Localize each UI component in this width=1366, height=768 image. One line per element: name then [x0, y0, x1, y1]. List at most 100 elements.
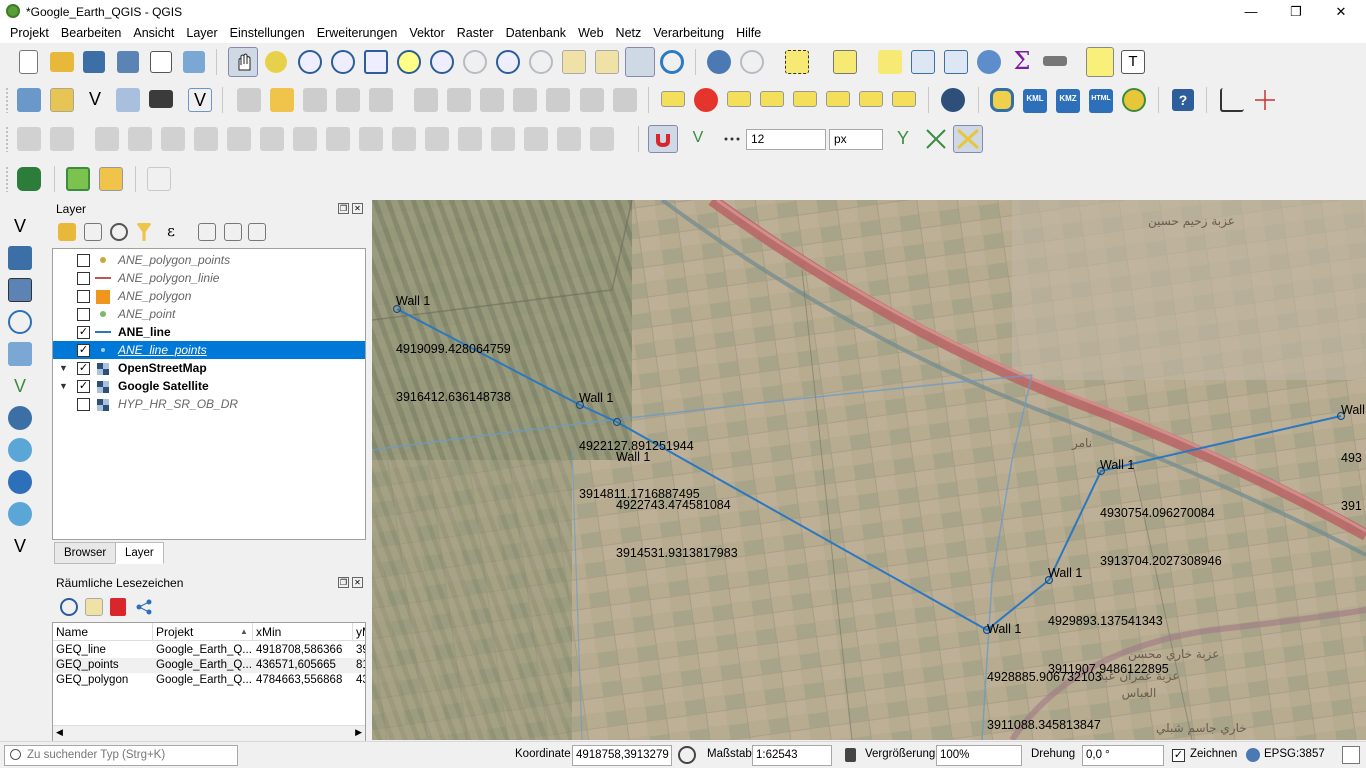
float-panel-button[interactable]: ❐: [338, 203, 349, 214]
layer-row-google-satellite[interactable]: ▼ ✓ Google Satellite: [53, 377, 365, 395]
table-cell[interactable]: Google_Earth_Q...: [153, 673, 253, 688]
delete-part-icon[interactable]: [326, 127, 350, 151]
layer-checkbox[interactable]: [77, 397, 90, 411]
lock-scale-icon[interactable]: [845, 748, 856, 762]
field-calculator-icon[interactable]: [944, 50, 968, 74]
layer-row-ane-line-points[interactable]: ✓ ANE_line_points: [53, 341, 365, 359]
current-edits-icon[interactable]: [237, 88, 261, 112]
digitizing-shape-icon[interactable]: [1220, 88, 1244, 112]
attribute-table-icon[interactable]: [911, 50, 935, 74]
new-temp-layer-icon[interactable]: [116, 88, 140, 112]
vertex-tool-icon[interactable]: [369, 88, 393, 112]
data-source-manager-icon[interactable]: [17, 88, 41, 112]
column-header-xmin[interactable]: xMin: [253, 623, 353, 641]
table-cell[interactable]: GEQ_polygon: [53, 673, 153, 688]
layer-checkbox[interactable]: ✓: [77, 361, 90, 375]
menu-einstellungen[interactable]: Einstellungen: [224, 23, 311, 43]
statistical-summary-icon[interactable]: Σ: [1010, 47, 1034, 75]
remove-layer-icon[interactable]: [248, 223, 266, 241]
topological-editing-icon[interactable]: Y: [891, 127, 915, 151]
add-spatialite-icon[interactable]: [8, 342, 32, 366]
new-bookmark-icon[interactable]: [595, 50, 619, 74]
add-postgis-icon[interactable]: [8, 406, 32, 430]
float-panel-button[interactable]: ❐: [338, 577, 349, 588]
locator-plugin-icon[interactable]: [66, 167, 90, 191]
fill-ring-icon[interactable]: [260, 127, 284, 151]
filter-legend-icon[interactable]: [136, 223, 152, 241]
add-circular-string-icon[interactable]: [50, 127, 74, 151]
zoom-native-icon[interactable]: [463, 50, 487, 74]
layer-checkbox[interactable]: [77, 289, 90, 303]
tab-browser[interactable]: Browser: [54, 542, 117, 564]
collapse-all-icon[interactable]: [224, 223, 242, 241]
new-geopackage-icon[interactable]: [50, 88, 74, 112]
layer-row-ane-point[interactable]: ANE_point: [53, 305, 365, 323]
snapping-intersection-icon[interactable]: [924, 127, 948, 151]
run-feature-action-icon[interactable]: [740, 50, 764, 74]
tracing-icon[interactable]: [953, 125, 983, 153]
layer-row-ane-line[interactable]: ✓ ANE_line: [53, 323, 365, 341]
add-group-icon[interactable]: [84, 223, 102, 241]
modify-attributes-icon[interactable]: [414, 88, 438, 112]
redo-icon[interactable]: [613, 88, 637, 112]
text-annotation-icon[interactable]: T: [1121, 50, 1145, 74]
new-project-icon[interactable]: [19, 50, 38, 74]
delete-ring-icon[interactable]: [293, 127, 317, 151]
help-icon[interactable]: ?: [1172, 89, 1194, 111]
rotate-label-icon[interactable]: [859, 91, 883, 107]
delete-selected-icon[interactable]: [447, 88, 471, 112]
zoom-in-icon[interactable]: [298, 50, 322, 74]
show-bookmarks-icon[interactable]: [625, 47, 655, 77]
menu-vektor[interactable]: Vektor: [403, 23, 450, 43]
offset-point-symbols-icon[interactable]: [590, 127, 614, 151]
manage-visibility-icon[interactable]: [110, 223, 128, 241]
layer-checkbox[interactable]: ✓: [77, 379, 90, 393]
zoom-last-icon[interactable]: [496, 50, 520, 74]
scroll-right-icon[interactable]: ▶: [355, 727, 362, 738]
table-cell[interactable]: GEQ_line: [53, 643, 153, 658]
advanced-digitizing-icon[interactable]: [17, 127, 41, 151]
menu-erweiterungen[interactable]: Erweiterungen: [311, 23, 404, 43]
close-panel-button[interactable]: ✕: [352, 577, 363, 588]
add-feature-icon[interactable]: [336, 88, 360, 112]
quickmapservices-icon[interactable]: [941, 88, 965, 112]
add-bookmark-icon[interactable]: [85, 598, 103, 616]
close-panel-button[interactable]: ✕: [352, 203, 363, 214]
add-vector-layer-icon[interactable]: V: [188, 88, 212, 112]
menu-web[interactable]: Web: [572, 23, 609, 43]
close-button[interactable]: ✕: [1318, 0, 1364, 23]
zoom-full-icon[interactable]: [364, 50, 388, 74]
add-wcs-icon[interactable]: [8, 470, 32, 494]
locator-search-input[interactable]: Zu suchender Typ (Strg+K): [4, 745, 238, 766]
coordinate-field[interactable]: 4918758,3913279: [572, 745, 672, 766]
identify-features-icon[interactable]: [707, 50, 731, 74]
share-bookmark-icon[interactable]: [135, 598, 153, 616]
deselect-features-icon[interactable]: [878, 50, 902, 74]
delete-bookmark-icon[interactable]: [110, 598, 126, 616]
new-map-view-icon[interactable]: [562, 50, 586, 74]
paste-features-icon[interactable]: [546, 88, 570, 112]
rotation-spinbox[interactable]: 0,0 °: [1082, 745, 1164, 766]
expand-arrow-icon[interactable]: ▼: [59, 381, 68, 391]
snapping-magnet-icon[interactable]: [648, 125, 678, 153]
show-hide-label-icon[interactable]: [793, 91, 817, 107]
qgis2web-icon[interactable]: [1122, 88, 1146, 112]
snapping-unit-select[interactable]: px: [829, 129, 883, 150]
move-feature-icon[interactable]: [95, 127, 119, 151]
select-by-value-icon[interactable]: [833, 50, 857, 74]
add-part-icon[interactable]: [227, 127, 251, 151]
html-export-icon[interactable]: HTML: [1089, 89, 1113, 113]
plugin-green-icon[interactable]: [17, 167, 41, 191]
tab-layer[interactable]: Layer: [115, 542, 164, 564]
plugin-tool-icon[interactable]: [99, 167, 123, 191]
expand-arrow-icon[interactable]: ▼: [59, 363, 68, 373]
snapping-vertex-icon[interactable]: V: [686, 127, 710, 151]
offset-curve-icon[interactable]: [392, 127, 416, 151]
rotate-feature-icon[interactable]: [128, 127, 152, 151]
menu-verarbeitung[interactable]: Verarbeitung: [647, 23, 730, 43]
split-features-icon[interactable]: [425, 127, 449, 151]
horizontal-scrollbar[interactable]: ◀ ▶: [53, 725, 365, 741]
layer-tree[interactable]: ANE_polygon_points ANE_polygon_linie ANE…: [52, 248, 366, 540]
add-virtual-layer-icon[interactable]: V: [8, 374, 32, 398]
map-canvas[interactable]: عزبة زحيم حسين نامر عزبة خاري محسن عزبة …: [372, 200, 1366, 740]
